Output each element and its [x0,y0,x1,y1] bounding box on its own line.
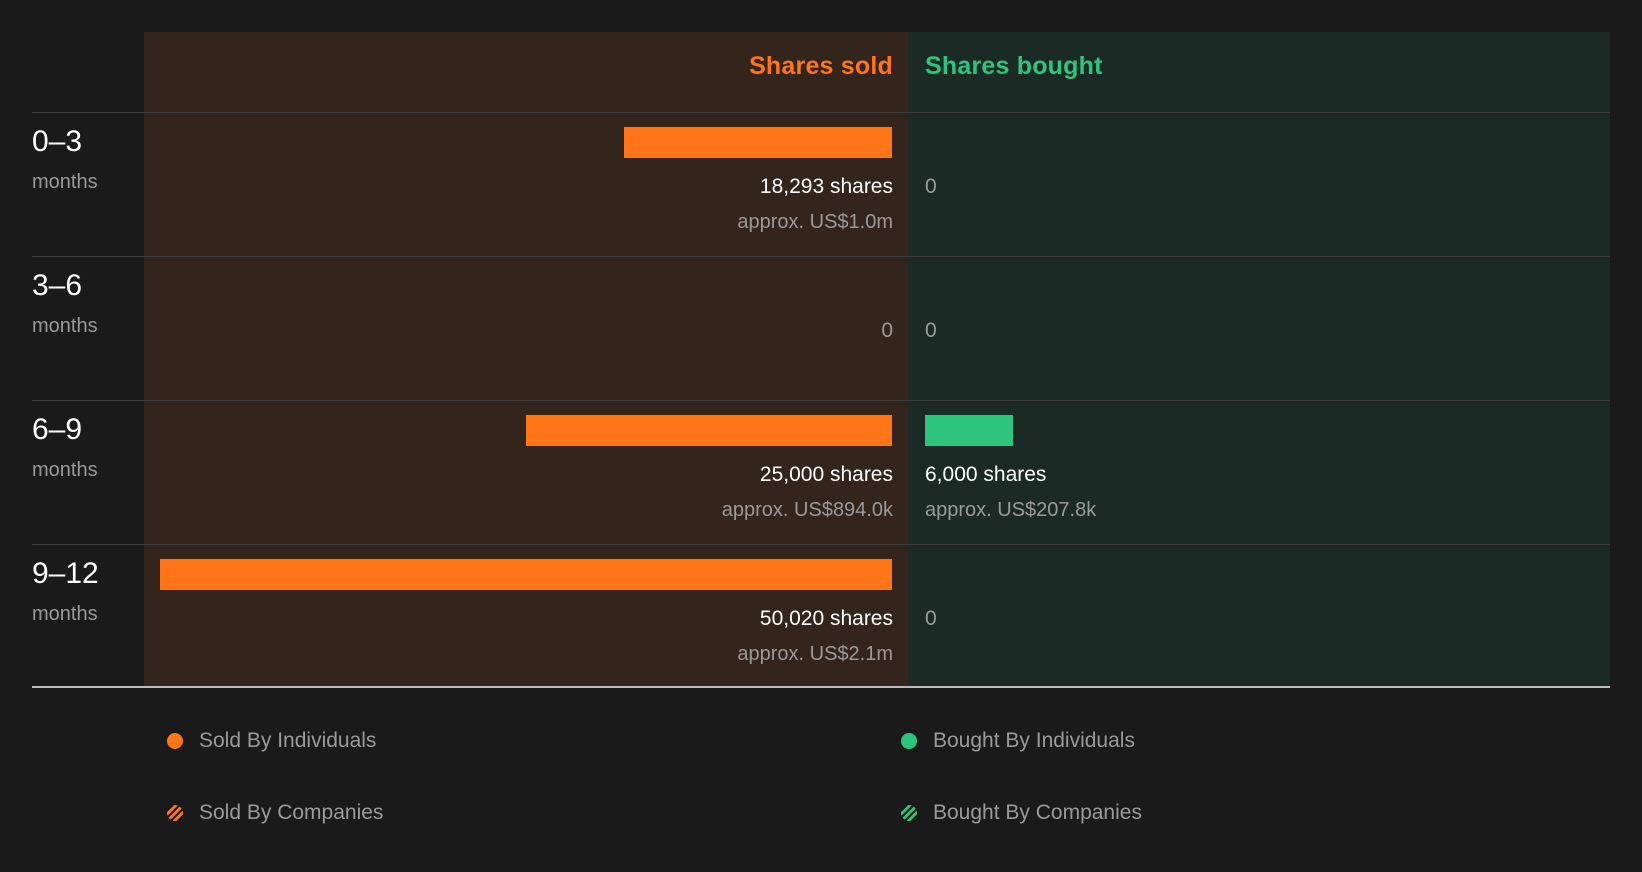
legend-label: Sold By Individuals [199,729,377,752]
striped-circle-icon [167,805,183,821]
row-separator [32,112,1610,113]
period-unit-label: months [32,603,98,625]
sold-shares-label: 25,000 shares [759,463,893,486]
period-range-label: 3–6 [32,269,83,302]
sold-bar [526,415,892,446]
period-unit-label: months [32,459,98,481]
sold-shares-label: 0 [881,319,893,342]
sold-value-label: approx. US$2.1m [737,643,893,665]
bought-shares-label: 0 [925,319,937,342]
sold-value-label: approx. US$894.0k [721,499,893,521]
bottom-rule [32,686,1610,688]
period-unit-label: months [32,171,98,193]
legend-item: Bought By Companies [901,798,1142,828]
period-range-label: 9–12 [32,557,99,590]
row-9–12: 9–12 months 50,020 shares approx. US$2.1m 0 [0,544,1642,688]
sold-shares-label: 18,293 shares [759,175,893,198]
row-0–3: 0–3 months 18,293 shares approx. US$1.0m 0 [0,112,1642,256]
legend-label: Bought By Companies [933,801,1142,824]
sold-shares-label: 50,020 shares [759,607,893,630]
bought-bar [925,415,1013,446]
sold-bar [160,559,892,590]
bought-value-label: approx. US$207.8k [925,499,1097,521]
circle-icon [167,733,183,749]
bought-shares-label: 0 [925,607,937,630]
row-separator [32,400,1610,401]
shares-sold-header: Shares sold [749,52,893,80]
period-unit-label: months [32,315,98,337]
sold-value-label: approx. US$1.0m [737,211,893,233]
legend-item: Sold By Individuals [167,726,376,756]
row-separator [32,544,1610,545]
row-6–9: 6–9 months 25,000 shares approx. US$894.0k 6… [0,400,1642,544]
circle-icon [901,733,917,749]
bought-shares-label: 0 [925,175,937,198]
period-range-label: 0–3 [32,125,83,158]
legend-item: Bought By Individuals [901,726,1135,756]
insider-trading-chart: Shares sold Shares bought 0–3 months 18,29… [0,0,1642,872]
legend-item: Sold By Companies [167,798,383,828]
striped-circle-icon [901,805,917,821]
sold-bar [624,127,892,158]
row-3–6: 3–6 months 0 0 [0,256,1642,400]
bought-shares-label: 6,000 shares [925,463,1047,486]
row-separator [32,256,1610,257]
period-range-label: 6–9 [32,413,83,446]
shares-bought-header: Shares bought [925,52,1103,80]
legend-label: Sold By Companies [199,801,384,824]
legend-label: Bought By Individuals [933,729,1135,752]
